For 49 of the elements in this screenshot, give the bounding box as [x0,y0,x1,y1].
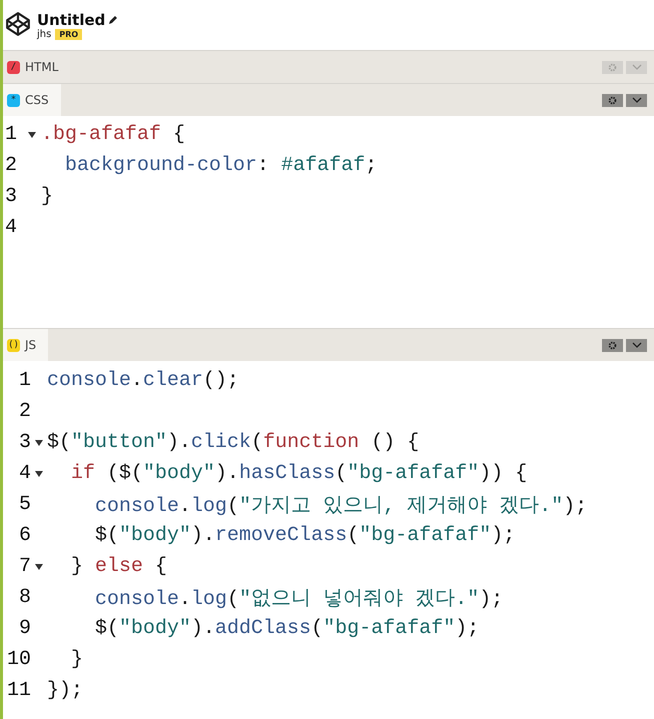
line-number: 4 [4,216,18,239]
code-line: } [70,648,84,671]
line-number: 3 [4,185,18,208]
code-line: if ($("body").hasClass("bg-afafaf")) { [70,462,528,485]
fold-arrow-icon[interactable] [35,440,43,446]
code-line: $("body").addClass("bg-afafaf"); [94,617,480,640]
code-line: background-color: #afafaf; [64,154,378,177]
code-line: console.log("가지고 있으니, 제거해야 겠다."); [94,494,588,518]
collapse-button[interactable] [626,94,647,106]
line-number: 9 [18,617,31,640]
code-line: } else { [70,555,168,578]
code-line: console.clear(); [47,369,240,392]
settings-button[interactable] [602,338,623,352]
settings-button[interactable] [602,94,623,106]
line-number: 8 [18,586,31,609]
settings-icon [608,62,617,72]
code-line: $("button").click(function () { [47,431,420,454]
code-line: .bg-afafaf { [41,123,186,146]
code-line: }); [47,679,84,702]
line-number: 5 [18,493,31,516]
editor-tab[interactable]: * CSS [3,84,61,116]
fold-arrow-icon[interactable] [28,132,36,138]
chevron-down-icon [632,342,642,348]
line-number: 1 [4,123,18,146]
line-number: 4 [18,462,31,485]
code-line: } [41,185,54,208]
code-line: $("body").removeClass("bg-afafaf"); [94,524,516,547]
user-name[interactable]: jhs [37,28,52,40]
pen-title[interactable]: Untitled [37,10,106,28]
line-number: 7 [18,555,31,578]
fold-arrow-icon[interactable] [35,564,43,570]
line-number: 2 [4,154,18,177]
line-number: 2 [18,400,31,423]
line-number: 10 [6,648,31,671]
line-number: 1 [18,369,31,392]
pencil-icon[interactable] [108,14,118,24]
codepen-logo-icon[interactable] [5,11,31,37]
editor-tab[interactable]: () JS [3,329,48,361]
settings-icon [608,340,617,350]
settings-icon [608,96,617,104]
line-number: 6 [18,524,31,547]
collapse-button[interactable] [626,338,647,352]
fold-arrow-icon[interactable] [35,470,43,476]
pro-badge: PRO [55,28,82,40]
code-line: console.log("없으니 넣어줘야 겠다."); [94,587,504,611]
chevron-down-icon [632,97,642,103]
line-number: 11 [6,679,31,702]
chevron-down-icon [632,64,642,70]
line-number: 3 [18,431,31,454]
